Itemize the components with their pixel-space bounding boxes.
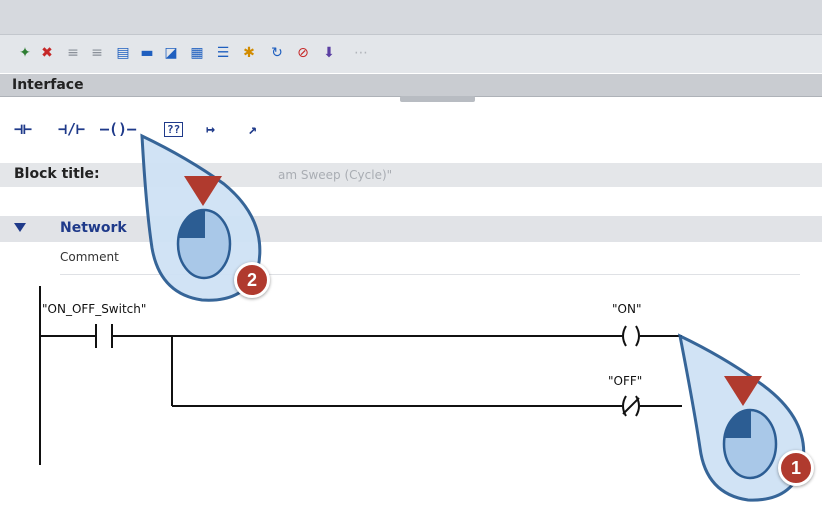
coil-on-tag[interactable]: "ON"	[612, 302, 641, 316]
collapse-arrow-icon[interactable]	[14, 223, 26, 232]
no-contact-button[interactable]: ⊣⊢	[14, 120, 32, 138]
block-title-bar[interactable]	[0, 163, 822, 187]
nc-contact-button[interactable]: ⊣/⊢	[58, 120, 85, 138]
top-bar	[0, 0, 822, 35]
more-icon[interactable]: ⋯	[352, 44, 370, 62]
interface-bar[interactable]	[0, 74, 822, 97]
block-title-value: am Sweep (Cycle)"	[278, 168, 393, 182]
error-icon[interactable]: ⊘	[294, 44, 312, 62]
block-view-icon[interactable]: ▤	[114, 44, 132, 62]
step-badge-2: 2	[234, 262, 270, 298]
block-view-2-icon[interactable]: ▬	[138, 44, 156, 62]
network-comment[interactable]: Comment	[60, 250, 119, 264]
network-delete-icon[interactable]: ✖	[38, 44, 56, 62]
download-icon[interactable]: ⬇	[320, 44, 338, 62]
outdent-icon[interactable]: ≡	[88, 44, 106, 62]
network-insert-icon[interactable]: ✦	[16, 44, 34, 62]
coil-off-slash	[622, 397, 640, 415]
list-icon[interactable]: ☰	[214, 44, 232, 62]
indent-icon[interactable]: ≡	[64, 44, 82, 62]
reset-icon[interactable]: ↻	[268, 44, 286, 62]
step-badge-1: 1	[778, 450, 814, 486]
favorite-icon[interactable]: ✱	[240, 44, 258, 62]
coil-on-right	[635, 325, 640, 347]
interface-label: Interface	[12, 77, 84, 93]
splitter-handle[interactable]	[400, 96, 475, 102]
comment-icon[interactable]: ◪	[162, 44, 180, 62]
network-label: Network	[60, 220, 127, 236]
load-icon[interactable]: ▦	[188, 44, 206, 62]
block-title-label: Block title:	[14, 166, 100, 182]
coil-off-tag[interactable]: "OFF"	[608, 374, 642, 388]
coil-on-left	[622, 325, 627, 347]
